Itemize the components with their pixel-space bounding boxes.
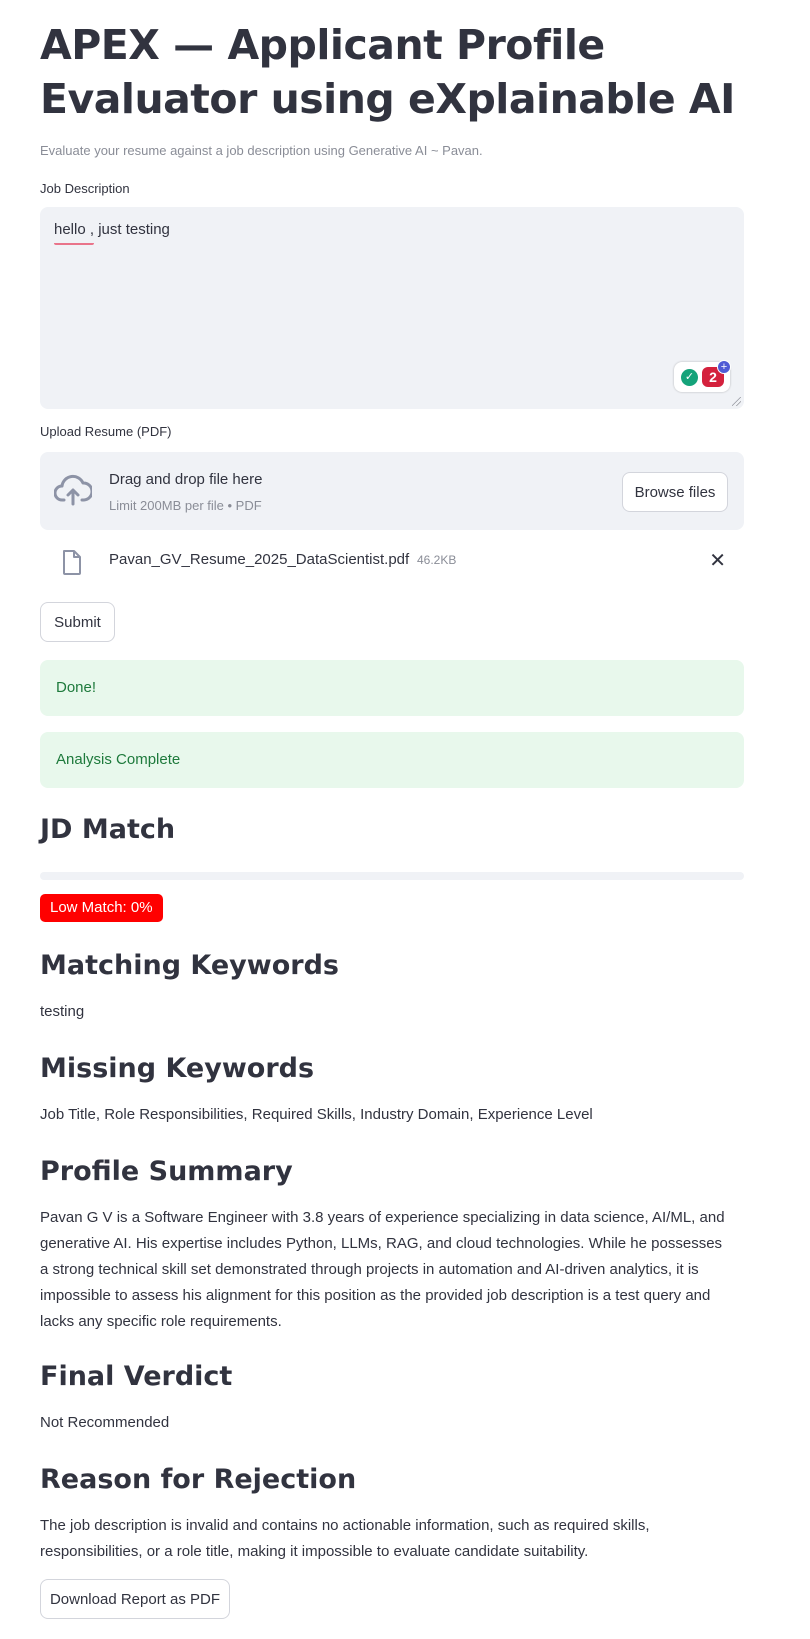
plus-icon[interactable]: + — [717, 360, 731, 374]
dropzone-limit: Limit 200MB per file • PDF — [109, 498, 262, 513]
uploaded-file-name: Pavan_GV_Resume_2025_DataScientist.pdf — [109, 551, 410, 568]
submit-button[interactable]: Submit — [40, 602, 115, 642]
page-caption: Evaluate your resume against a job descr… — [40, 143, 483, 158]
job-description-textarea[interactable]: hello , just testing ✓ 2 + — [40, 207, 744, 409]
match-progress-bar — [40, 872, 744, 880]
rejection-reason-text: The job description is invalid and conta… — [40, 1517, 650, 1560]
lightbulb-icon[interactable]: ✓ — [681, 369, 698, 386]
spellcheck-underline — [54, 240, 94, 245]
rejection-reason-heading: Reason for Rejection — [40, 1464, 357, 1495]
jd-match-heading: JD Match — [40, 814, 176, 845]
dropzone-title: Drag and drop file here — [109, 471, 263, 488]
resize-handle[interactable] — [732, 397, 741, 406]
job-description-value[interactable]: hello , just testing — [54, 221, 170, 238]
upload-label: Upload Resume (PDF) — [40, 424, 172, 439]
matching-keywords-text: testing — [40, 1003, 85, 1020]
missing-keywords-heading: Missing Keywords — [40, 1053, 315, 1084]
missing-keywords-text: Job Title, Role Responsibilities, Requir… — [40, 1106, 593, 1123]
file-dropzone[interactable]: Drag and drop file here Limit 200MB per … — [40, 452, 744, 530]
uploaded-file-size: 46.2KB — [417, 553, 457, 567]
grammar-extension-badge[interactable]: ✓ 2 + — [674, 360, 731, 392]
close-icon[interactable]: ✕ — [709, 548, 726, 573]
final-verdict-heading: Final Verdict — [40, 1361, 233, 1392]
uploaded-file-row: Pavan_GV_Resume_2025_DataScientist.pdf 4… — [40, 540, 744, 584]
job-description-label: Job Description — [40, 181, 130, 196]
page-title: APEX — Applicant Profile Evaluator using… — [40, 21, 735, 123]
browse-files-button[interactable]: Browse files — [622, 472, 728, 512]
final-verdict-text: Not Recommended — [40, 1414, 170, 1431]
success-alert-analysis: Analysis Complete — [40, 732, 744, 788]
download-report-button[interactable]: Download Report as PDF — [40, 1579, 230, 1619]
cloud-upload-icon — [54, 474, 92, 506]
success-alert-done: Done! — [40, 660, 744, 716]
file-icon — [63, 550, 81, 575]
match-badge: Low Match: 0% — [40, 894, 163, 922]
main-container: APEX — Applicant Profile Evaluator using… — [0, 0, 810, 1639]
matching-keywords-heading: Matching Keywords — [40, 950, 339, 981]
profile-summary-heading: Profile Summary — [40, 1156, 293, 1187]
profile-summary-text: Pavan G V is a Software Engineer with 3.… — [40, 1209, 725, 1330]
